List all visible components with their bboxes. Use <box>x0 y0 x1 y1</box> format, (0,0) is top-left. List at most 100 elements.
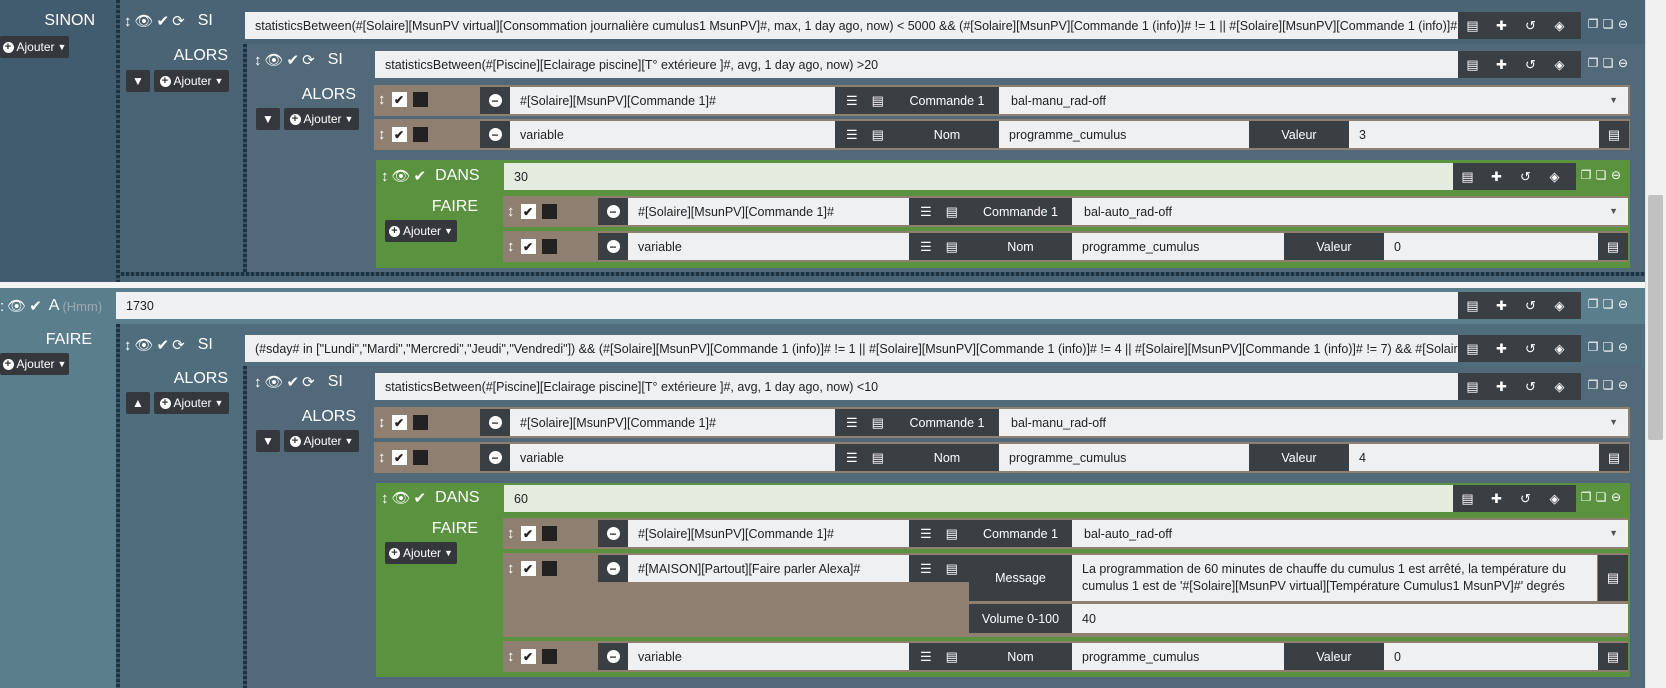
move-icon[interactable]: ↕ <box>124 14 132 29</box>
paste-icon[interactable]: ❏ <box>1602 340 1614 354</box>
list-icon[interactable]: ▤ <box>1458 57 1487 73</box>
puzzle-icon[interactable]: ✚ <box>1487 298 1516 314</box>
list-check-icon[interactable]: ☰ <box>846 127 858 143</box>
command-select[interactable]: bal-auto_rad-off ▼ <box>1072 520 1628 547</box>
puzzle-icon[interactable]: ✚ <box>1482 169 1511 185</box>
command-input[interactable]: #[Solaire][MsunPV][Commande 1]# <box>510 409 835 436</box>
command-input[interactable]: variable <box>628 233 909 260</box>
refresh-icon[interactable]: ⟳ <box>302 53 315 68</box>
move-icon[interactable]: ↕ <box>378 127 386 142</box>
puzzle-icon[interactable]: ✚ <box>1482 491 1511 507</box>
enable-checkbox[interactable]: ✔ <box>520 649 536 664</box>
list-icon[interactable]: ▤ <box>872 93 884 109</box>
list-check-icon[interactable]: ☰ <box>920 561 932 577</box>
si-condition-input[interactable]: (#sday# in ["Lundi","Mardi","Mercredi","… <box>245 335 1458 362</box>
remove-button[interactable]: − <box>480 121 510 148</box>
list-check-icon[interactable]: ☰ <box>846 450 858 466</box>
parallel-checkbox[interactable] <box>541 239 557 254</box>
move-icon[interactable]: ↕ <box>381 491 389 506</box>
history-icon[interactable]: ↺ <box>1516 57 1545 73</box>
move-icon[interactable]: ↕ <box>507 526 515 541</box>
parallel-checkbox[interactable] <box>541 561 557 576</box>
move-icon[interactable]: ↕ <box>378 450 386 465</box>
list-button[interactable]: ☰ ▤ <box>909 555 969 582</box>
eye-icon[interactable]: 👁 <box>135 14 154 29</box>
move-icon[interactable]: ↕ <box>507 561 515 576</box>
history-icon[interactable]: ↺ <box>1516 341 1545 357</box>
list-button[interactable]: ▤ <box>1599 121 1629 148</box>
list-icon[interactable]: ▤ <box>1607 649 1619 665</box>
collapse-button[interactable]: ▼ <box>256 430 280 452</box>
move-icon[interactable]: ↕ <box>507 649 515 664</box>
history-icon[interactable]: ↺ <box>1511 169 1540 185</box>
enable-checkbox[interactable]: ✔ <box>520 526 536 541</box>
move-icon[interactable]: ↕ <box>378 415 386 430</box>
list-button[interactable]: ☰ ▤ <box>835 87 895 114</box>
value-input[interactable]: 0 <box>1384 643 1598 670</box>
cube-icon[interactable]: ◈ <box>1545 57 1574 73</box>
list-button[interactable]: ☰ ▤ <box>909 643 969 670</box>
eye-icon[interactable]: 👁 <box>392 491 411 506</box>
remove-icon[interactable]: ⊖ <box>1610 168 1622 182</box>
remove-button[interactable]: − <box>598 198 628 225</box>
list-button[interactable]: ▤ <box>1598 555 1628 601</box>
eye-icon[interactable]: 👁 <box>7 299 26 314</box>
enable-checkbox[interactable]: ✔ <box>391 92 407 107</box>
eye-icon[interactable]: 👁 <box>135 338 154 353</box>
volume-input[interactable]: 40 <box>1072 604 1628 633</box>
list-button[interactable]: ▤ <box>1598 643 1628 670</box>
cube-icon[interactable]: ◈ <box>1545 18 1574 34</box>
enable-checkbox[interactable]: ✔ <box>520 561 536 576</box>
command-input[interactable]: #[MAISON][Partout][Faire parler Alexa]# <box>628 555 909 582</box>
command-select[interactable]: bal-auto_rad-off ▼ <box>1072 198 1628 225</box>
value-input[interactable]: 0 <box>1384 233 1598 260</box>
cube-icon[interactable]: ◈ <box>1545 341 1574 357</box>
list-button[interactable]: ☰ ▤ <box>909 233 969 260</box>
list-check-icon[interactable]: ☰ <box>920 526 932 542</box>
name-input[interactable]: programme_cumulus <box>1072 233 1284 260</box>
eye-icon[interactable]: 👁 <box>265 53 284 68</box>
remove-icon[interactable]: ⊖ <box>1617 378 1629 392</box>
remove-button[interactable]: − <box>480 444 510 471</box>
list-icon[interactable]: ▤ <box>1608 127 1620 143</box>
collapse-button[interactable]: ▼ <box>256 108 280 130</box>
paste-icon[interactable]: ❏ <box>1602 378 1614 392</box>
refresh-icon[interactable]: ⟳ <box>302 375 315 390</box>
check-icon[interactable]: ✔ <box>157 338 170 353</box>
check-icon[interactable]: ✔ <box>287 375 300 390</box>
ajouter-button[interactable]: + Ajouter ▼ <box>0 353 69 375</box>
name-input[interactable]: programme_cumulus <box>999 121 1249 148</box>
parallel-checkbox[interactable] <box>541 526 557 541</box>
remove-icon[interactable]: ⊖ <box>1610 490 1622 504</box>
puzzle-icon[interactable]: ✚ <box>1487 379 1516 395</box>
move-icon[interactable]: ↕ <box>381 169 389 184</box>
list-button[interactable]: ▤ <box>1599 444 1629 471</box>
command-select[interactable]: bal-manu_rad-off ▼ <box>999 87 1628 114</box>
enable-checkbox[interactable]: ✔ <box>391 415 407 430</box>
parallel-checkbox[interactable] <box>541 204 557 219</box>
remove-button[interactable]: − <box>480 409 510 436</box>
list-icon[interactable]: ▤ <box>872 450 884 466</box>
move-icon[interactable]: ↕ <box>254 375 262 390</box>
parallel-checkbox[interactable] <box>412 127 428 142</box>
enable-checkbox[interactable]: ✔ <box>391 450 407 465</box>
check-icon[interactable]: ✔ <box>157 14 170 29</box>
puzzle-icon[interactable]: ✚ <box>1487 57 1516 73</box>
ajouter-button[interactable]: + Ajouter ▼ <box>154 392 229 414</box>
check-icon[interactable]: ✔ <box>414 169 427 184</box>
list-check-icon[interactable]: ☰ <box>920 239 932 255</box>
list-icon[interactable]: ▤ <box>1607 239 1619 255</box>
ajouter-button[interactable]: + Ajouter ▼ <box>284 108 359 130</box>
command-input[interactable]: #[Solaire][MsunPV][Commande 1]# <box>628 198 909 225</box>
value-input[interactable]: 4 <box>1349 444 1599 471</box>
list-icon[interactable]: ▤ <box>1608 450 1620 466</box>
list-icon[interactable]: ▤ <box>1458 341 1487 357</box>
parallel-checkbox[interactable] <box>541 649 557 664</box>
list-check-icon[interactable]: ☰ <box>920 204 932 220</box>
enable-checkbox[interactable]: ✔ <box>391 127 407 142</box>
paste-icon[interactable]: ❏ <box>1602 17 1614 31</box>
remove-icon[interactable]: ⊖ <box>1617 17 1629 31</box>
check-icon[interactable]: ✔ <box>287 53 300 68</box>
list-icon[interactable]: ▤ <box>1458 18 1487 34</box>
list-check-icon[interactable]: ☰ <box>846 93 858 109</box>
